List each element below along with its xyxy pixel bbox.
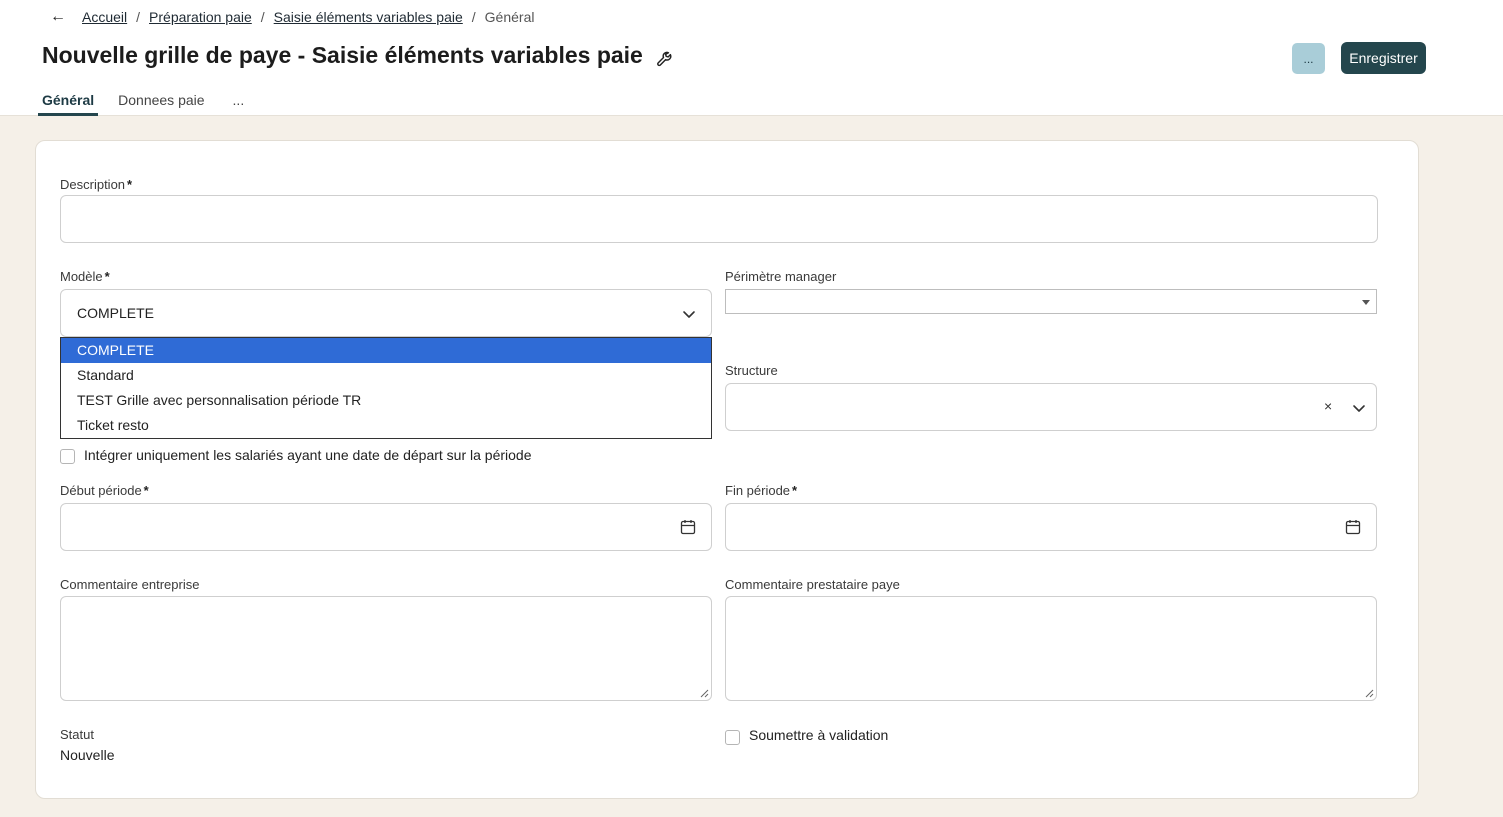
structure-select[interactable]: ×	[725, 383, 1377, 431]
wrench-icon[interactable]	[655, 47, 677, 69]
arrow-left-icon[interactable]: ←	[50, 9, 66, 25]
page-title: Nouvelle grille de paye - Saisie élément…	[42, 42, 643, 68]
tab-more[interactable]: ...	[229, 86, 249, 116]
chevron-down-icon	[683, 311, 695, 318]
breadcrumb-separator: /	[471, 9, 476, 25]
save-button[interactable]: Enregistrer	[1341, 42, 1426, 74]
soumettre-validation-label: Soumettre à validation	[749, 727, 889, 743]
tab-bar: Général Donnees paie ...	[38, 86, 264, 116]
clear-icon[interactable]: ×	[1324, 398, 1332, 414]
description-label: Description *	[60, 177, 133, 192]
more-actions-button[interactable]: ...	[1292, 43, 1325, 74]
modele-option[interactable]: COMPLETE	[61, 338, 711, 363]
modele-select[interactable]: COMPLETE	[60, 289, 712, 337]
integrer-depart-checkbox[interactable]	[60, 449, 75, 464]
commentaire-entreprise-label: Commentaire entreprise	[60, 577, 200, 592]
chevron-down-icon	[1353, 405, 1365, 412]
tab-donnees-paie[interactable]: Donnees paie	[114, 86, 208, 116]
breadcrumb-link-accueil[interactable]: Accueil	[82, 9, 127, 25]
debut-periode-input[interactable]	[61, 504, 711, 550]
description-field[interactable]	[60, 195, 1378, 243]
breadcrumb-separator: /	[260, 9, 265, 25]
debut-periode-label: Début période *	[60, 483, 149, 498]
description-input[interactable]	[61, 196, 1377, 242]
integrer-depart-label: Intégrer uniquement les salariés ayant u…	[84, 447, 532, 463]
statut-value: Nouvelle	[60, 747, 115, 763]
modele-dropdown-list: COMPLETE Standard TEST Grille avec perso…	[60, 337, 712, 439]
modele-selected-value: COMPLETE	[77, 305, 155, 321]
tab-general[interactable]: Général	[38, 86, 99, 116]
breadcrumb-link-preparation-paie[interactable]: Préparation paie	[149, 9, 252, 25]
commentaire-prestataire-label: Commentaire prestataire paye	[725, 577, 900, 592]
commentaire-prestataire-textarea[interactable]	[726, 597, 1376, 700]
resize-handle-icon[interactable]	[700, 689, 709, 698]
commentaire-entreprise-textarea[interactable]	[61, 597, 711, 700]
commentaire-entreprise-field[interactable]	[60, 596, 712, 701]
breadcrumb-current: Général	[484, 9, 535, 25]
resize-handle-icon[interactable]	[1365, 689, 1374, 698]
soumettre-validation-checkbox[interactable]	[725, 730, 740, 745]
modele-option[interactable]: Standard	[61, 363, 711, 388]
fin-periode-field[interactable]	[725, 503, 1377, 551]
breadcrumb-separator: /	[136, 9, 141, 25]
commentaire-prestataire-field[interactable]	[725, 596, 1377, 701]
statut-label: Statut	[60, 727, 94, 742]
breadcrumb: ← Accueil / Préparation paie / Saisie él…	[50, 8, 534, 26]
modele-option[interactable]: Ticket resto	[61, 413, 711, 438]
breadcrumb-link-saisie-elements[interactable]: Saisie éléments variables paie	[274, 9, 463, 25]
structure-label: Structure	[725, 363, 778, 378]
fin-periode-input[interactable]	[726, 504, 1376, 550]
modele-label: Modèle *	[60, 269, 110, 284]
debut-periode-field[interactable]	[60, 503, 712, 551]
calendar-icon[interactable]	[680, 519, 696, 535]
perimetre-manager-label: Périmètre manager	[725, 269, 837, 284]
modele-option[interactable]: TEST Grille avec personnalisation périod…	[61, 388, 711, 413]
perimetre-manager-select[interactable]	[725, 289, 1377, 314]
caret-down-icon	[1362, 300, 1370, 305]
page-header: ← Accueil / Préparation paie / Saisie él…	[0, 0, 1503, 116]
calendar-icon[interactable]	[1345, 519, 1361, 535]
fin-periode-label: Fin période *	[725, 483, 798, 498]
